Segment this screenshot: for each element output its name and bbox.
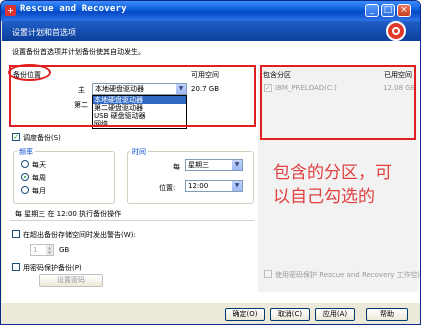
chevron-down-icon[interactable]: ▼ bbox=[232, 160, 242, 170]
minimize-button[interactable]: _ bbox=[365, 4, 379, 17]
stepper-arrows-icon[interactable]: ▲ ▼ bbox=[46, 245, 53, 255]
rr-password-checkbox[interactable] bbox=[264, 270, 272, 278]
intro-text: 设置备份首选项并计划备份使其自动发生。 bbox=[12, 48, 145, 56]
help-button[interactable]: 帮助 bbox=[366, 308, 408, 321]
annotation-text-line1: 包含的分区，可 bbox=[273, 163, 392, 183]
set-password-button[interactable]: 设置密码 bbox=[39, 274, 103, 287]
time-value: 12:00 bbox=[188, 182, 209, 190]
day-select[interactable]: 星期三 ▼ bbox=[185, 159, 243, 171]
frequency-label: 频率 bbox=[17, 147, 35, 157]
page-title: 设置计划和首选项 bbox=[12, 28, 76, 37]
schedule-backup-label: 调度备份(S) bbox=[23, 134, 61, 142]
apply-button[interactable]: 应用(A) bbox=[315, 308, 355, 321]
freq-monthly-radio[interactable] bbox=[21, 186, 29, 194]
annotation-box-partitions bbox=[260, 65, 416, 140]
window-title: Rescue and Recovery bbox=[20, 4, 127, 14]
app-window: + Rescue and Recovery _ □ × 设置计划和首选项 设置备… bbox=[0, 0, 421, 325]
password-protect-label: 用密码保护备份(P) bbox=[23, 264, 82, 272]
warn-checkbox[interactable] bbox=[12, 230, 20, 238]
freq-daily-radio[interactable] bbox=[21, 160, 29, 168]
lifebuoy-logo-icon bbox=[386, 21, 406, 41]
app-icon: + bbox=[5, 5, 16, 16]
password-protect-checkbox[interactable] bbox=[12, 263, 20, 271]
time-select[interactable]: 12:00 ▼ bbox=[185, 180, 243, 192]
freq-daily-label: 每天 bbox=[32, 161, 46, 169]
maximize-button[interactable]: □ bbox=[381, 4, 395, 17]
schedule-backup-checkbox[interactable]: ✓ bbox=[12, 133, 20, 141]
ok-button[interactable]: 确定(O) bbox=[225, 308, 265, 321]
position-label: 位置: bbox=[159, 184, 176, 192]
button-bar: 确定(O) 取消(C) 应用(A) 帮助 bbox=[2, 303, 420, 324]
annotation-ellipse bbox=[8, 64, 51, 81]
day-value: 星期三 bbox=[188, 161, 209, 169]
page-header: 设置计划和首选项 bbox=[2, 21, 420, 41]
main-content: 设置备份首选项并计划备份使其自动发生。 备份位置 主 第二 可用空间 20.7 … bbox=[2, 41, 420, 303]
warn-stepper[interactable]: 1 ▲ ▼ bbox=[30, 244, 54, 256]
time-label: 时间 bbox=[130, 147, 148, 157]
freq-weekly-label: 每周 bbox=[32, 174, 46, 182]
chevron-down-icon[interactable]: ▼ bbox=[232, 181, 242, 191]
warn-unit: GB bbox=[59, 246, 70, 254]
freq-weekly-radio[interactable] bbox=[21, 173, 29, 181]
divider bbox=[10, 220, 254, 221]
schedule-summary: 每 星期三 在 12:00 执行备份操作 bbox=[15, 210, 122, 218]
rr-password-label: 使用密码保护 Rescue and Recovery 工作空间 bbox=[275, 271, 421, 279]
cancel-button[interactable]: 取消(C) bbox=[270, 308, 310, 321]
warn-label: 在超出备份存储空间时发出警告(W): bbox=[23, 231, 136, 239]
close-button[interactable]: × bbox=[397, 4, 411, 17]
freq-monthly-label: 每月 bbox=[32, 187, 46, 195]
warn-value: 1 bbox=[33, 246, 38, 254]
day-prefix-label: 每 bbox=[173, 163, 180, 171]
annotation-text-line2: 以自己勾选的 bbox=[273, 187, 375, 207]
title-bar[interactable]: + Rescue and Recovery _ □ × bbox=[1, 1, 420, 21]
